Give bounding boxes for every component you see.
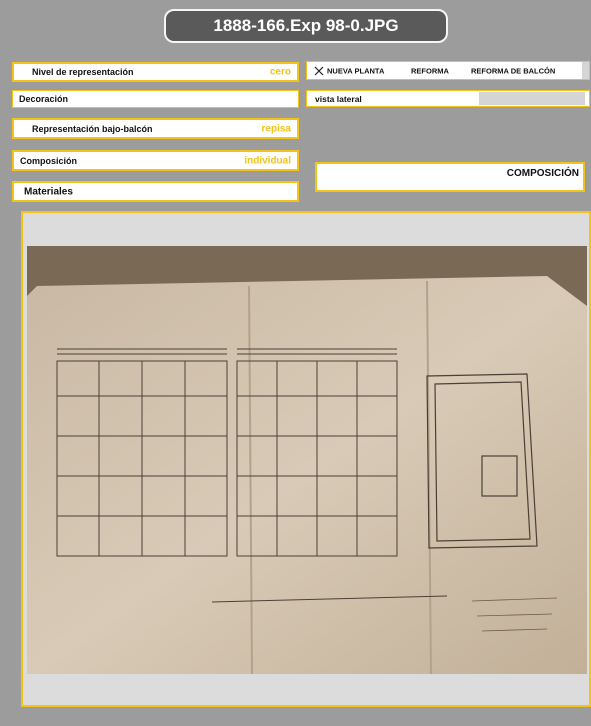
- composicion-label: Composición: [20, 155, 78, 166]
- composicion-panel-label: COMPOSICIÓN: [506, 168, 579, 179]
- vista-bar-slot: [479, 92, 585, 105]
- composicion-value: individual: [244, 155, 291, 166]
- composicion-panel: COMPOSICIÓN: [315, 162, 585, 192]
- composicion-field[interactable]: Composición individual: [12, 150, 299, 171]
- x-icon[interactable]: [314, 66, 324, 76]
- decoracion-label: Decoración: [19, 94, 69, 104]
- vista-lateral-label: vista lateral: [315, 93, 362, 104]
- materiales-field[interactable]: Materiales: [12, 181, 299, 202]
- bajo-balcon-field[interactable]: Representación bajo-balcón repisa: [12, 118, 299, 139]
- bajo-balcon-value: repisa: [261, 123, 291, 134]
- nivel-representacion-value: cero: [269, 66, 291, 78]
- tab-bar-end: [582, 62, 589, 79]
- reforma-type-bar: NUEVA PLANTA REFORMA REFORMA DE BALCÓN: [306, 61, 590, 80]
- tab-reforma[interactable]: REFORMA: [411, 66, 449, 75]
- bajo-balcon-label: Representación bajo-balcón: [32, 123, 153, 134]
- photo-frame: [21, 211, 591, 707]
- facade-drawing-photo: [27, 246, 587, 674]
- nivel-representacion-label: Nivel de representación: [32, 67, 134, 77]
- vista-bar[interactable]: vista lateral: [306, 90, 590, 107]
- decoracion-field[interactable]: Decoración: [12, 90, 299, 108]
- tab-nueva-planta[interactable]: NUEVA PLANTA: [327, 66, 384, 75]
- tab-reforma-balcon[interactable]: REFORMA DE BALCÓN: [471, 66, 555, 75]
- materiales-label: Materiales: [24, 186, 73, 197]
- nivel-representacion-field[interactable]: Nivel de representación cero: [12, 62, 299, 82]
- page-title: 1888-166.Exp 98-0.JPG: [164, 9, 448, 43]
